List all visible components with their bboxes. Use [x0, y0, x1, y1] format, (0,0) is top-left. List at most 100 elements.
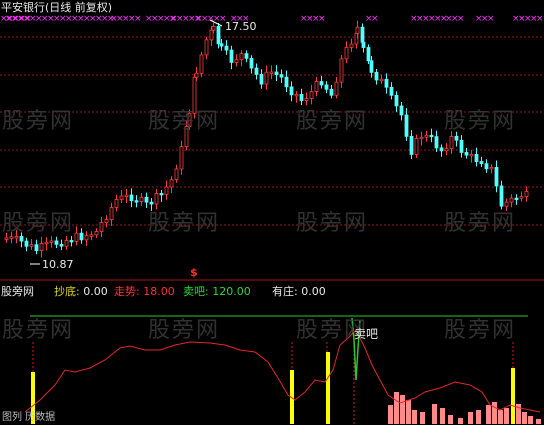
- signal-x-markers: ××××××××××××××××××××××× ××××× ××××××××××××…: [0, 14, 544, 24]
- candle-body: [149, 201, 154, 205]
- candle-body: [414, 137, 419, 155]
- candle-body: [54, 240, 59, 245]
- candle-body: [349, 43, 354, 48]
- candle-body: [299, 94, 304, 101]
- indicator-maiba: 卖吧: 120.00: [183, 285, 251, 298]
- volume-bar: [486, 405, 491, 424]
- watermark: 股旁网: [296, 109, 369, 134]
- volume-bar: [420, 412, 425, 424]
- volume-bar: [400, 395, 405, 424]
- watermark: 股旁网: [296, 211, 369, 236]
- watermark: 股旁网: [148, 318, 221, 343]
- indicator-maiba-value: 120.00: [212, 285, 251, 298]
- candle-body: [224, 45, 229, 51]
- candle-body: [229, 49, 234, 63]
- candle-body: [209, 29, 214, 41]
- candle-body: [129, 194, 134, 202]
- candle-body: [344, 46, 349, 60]
- candle-body: [424, 134, 429, 138]
- candle-body: [254, 67, 259, 75]
- volume-bar: [522, 412, 527, 424]
- candle-body: [44, 241, 49, 245]
- indicator-youzhuang-value: 0.00: [301, 285, 326, 298]
- watermark: 股旁网: [2, 211, 75, 236]
- candle-body: [439, 147, 444, 152]
- indicator-zoushi: 走势: 18.00: [114, 285, 175, 298]
- x-marker: ×: [487, 14, 495, 24]
- candle-body: [194, 72, 199, 78]
- candle-body: [4, 237, 9, 240]
- candle-body: [204, 39, 209, 56]
- candle-body: [369, 60, 374, 73]
- candle-body: [524, 191, 529, 198]
- candle-body: [134, 200, 139, 203]
- watermark: 股旁网: [444, 211, 517, 236]
- candle-body: [104, 219, 109, 224]
- candle-body: [79, 232, 84, 241]
- candle-body: [389, 86, 394, 96]
- candle-body: [499, 185, 504, 207]
- bottom-signal-bar: [511, 368, 515, 424]
- candle-body: [309, 91, 314, 99]
- candle-body: [399, 105, 404, 116]
- candle-body: [211, 25, 216, 31]
- candle-body: [74, 232, 79, 242]
- x-marker: ×: [134, 14, 142, 24]
- candle-body: [394, 94, 399, 107]
- stock-chart-window: × × × × × × × × × × × × × × × × × × × × × × × × × × × × × × × × × × × × × × × ×…: [0, 0, 544, 425]
- candle-body: [274, 71, 279, 75]
- candle-body: [444, 148, 449, 152]
- volume-bar: [448, 415, 453, 424]
- candle-body: [484, 163, 489, 170]
- sub-chart-source: 股旁网: [1, 285, 34, 298]
- candle-body: [324, 84, 329, 90]
- volume-bar: [476, 410, 481, 424]
- candle-body: [334, 81, 339, 96]
- candle-body: [479, 161, 484, 165]
- candle-body: [374, 72, 379, 81]
- volume-bar: [412, 410, 417, 424]
- candle-body: [454, 135, 459, 141]
- indicator-chaodi: 抄底: 0.00: [54, 285, 108, 298]
- candle-body: [234, 59, 239, 63]
- candle-body: [469, 154, 474, 157]
- candle-body: [474, 154, 479, 162]
- candle-body: [429, 134, 434, 138]
- candle-body: [494, 167, 499, 187]
- candle-body: [489, 167, 494, 170]
- candle-body: [464, 152, 469, 156]
- volume-bar: [492, 402, 497, 424]
- candle-body: [89, 234, 94, 237]
- watermark: 股旁网: [2, 318, 75, 343]
- high-price-label: 17.50: [225, 20, 257, 33]
- x-marker: ×: [457, 14, 465, 24]
- bottom-signal-bar: [326, 352, 330, 424]
- candle-body: [99, 222, 104, 232]
- candle-body: [509, 197, 514, 203]
- candle-body: [459, 139, 464, 153]
- volume-bar: [432, 404, 437, 424]
- candle-body: [355, 26, 360, 34]
- volume-bar: [528, 416, 533, 424]
- candle-body: [289, 86, 294, 96]
- volume-bar: [406, 400, 411, 424]
- candle-body: [19, 236, 24, 242]
- low-price-label: 10.87: [42, 258, 74, 271]
- volume-bars: [388, 392, 541, 424]
- candle-body: [409, 135, 414, 155]
- candle-body: [264, 71, 269, 85]
- candle-body: [84, 235, 89, 241]
- indicator-youzhuang-name: 有庄: [272, 285, 294, 298]
- candle-body: [199, 54, 204, 74]
- candle-body: [329, 88, 334, 96]
- watermark: 股旁网: [148, 109, 221, 134]
- candle-body: [284, 76, 289, 88]
- volume-bar: [504, 408, 509, 424]
- volume-bar: [536, 419, 541, 424]
- candle-body: [269, 71, 274, 74]
- volume-bar: [468, 412, 473, 424]
- candle-body: [314, 81, 319, 92]
- candle-body: [24, 240, 29, 247]
- candle-body: [39, 243, 44, 252]
- candle-body: [339, 58, 344, 83]
